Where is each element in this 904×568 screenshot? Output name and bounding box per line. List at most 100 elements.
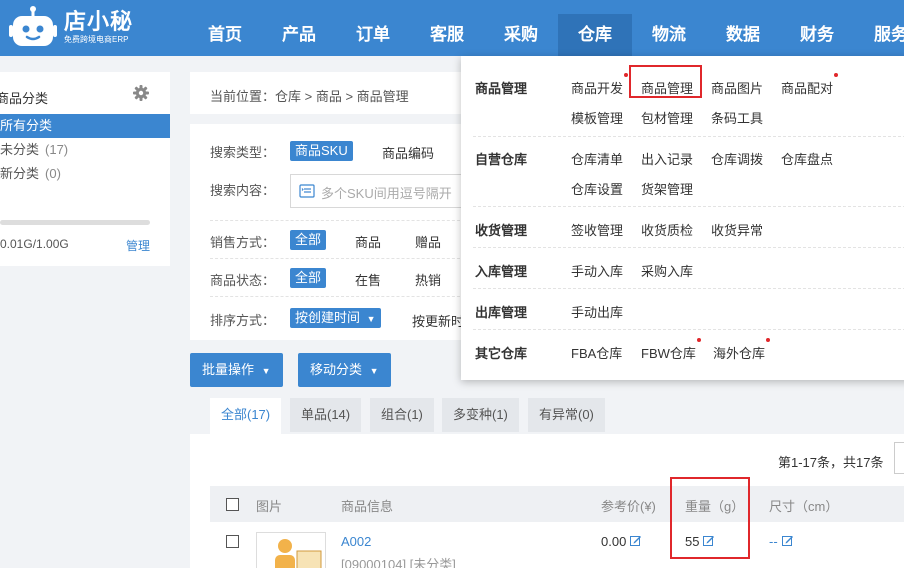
nav-orders[interactable]: 订单 [336, 14, 410, 56]
product-type-tabs: 全部(17) 单品(14) 组合(1) 多变种(1) 有异常(0) [190, 398, 904, 434]
status-on-sale[interactable]: 在售 [355, 270, 381, 289]
search-type-code[interactable]: 商品编码 [382, 143, 434, 162]
menu-item-fba-warehouse[interactable]: FBA仓库 [571, 343, 622, 362]
product-meta: [09000104] [未分类] [341, 557, 456, 568]
table-header: 图片 商品信息 参考价(¥) 重量（g） 尺寸（cm） [210, 486, 904, 522]
menu-item-in-out-records[interactable]: 出入记录 [641, 149, 693, 168]
sale-all[interactable]: 全部 [290, 230, 327, 250]
list-filter-icon [299, 183, 315, 199]
sidebar-item-new-category[interactable]: 新分类 (0) [0, 162, 170, 186]
bulk-actions-button[interactable]: 批量操作 ▼ [190, 353, 283, 387]
divider [210, 296, 470, 297]
sort-by-updated[interactable]: 按更新时 [412, 311, 464, 330]
menu-item-fbw-warehouse[interactable]: FBW仓库 [641, 343, 696, 362]
chevron-down-icon: ▼ [366, 314, 376, 324]
menu-item-qc[interactable]: 收货质检 [641, 220, 693, 239]
sidebar-title: 商品分类 [0, 91, 49, 106]
warehouse-dropdown-menu: 商品管理 商品开发 商品管理 商品图片 商品配对 模板管理 包材管理 条码工具 … [461, 56, 904, 380]
menu-item-packaging-mgmt[interactable]: 包材管理 [641, 108, 693, 127]
sidebar-item-label: 所有分类 [0, 118, 53, 133]
logo[interactable]: 店小秘 免费跨境电商ERP [8, 3, 133, 51]
sidebar-item-uncategorized[interactable]: 未分类 (17) [0, 138, 170, 162]
edit-icon[interactable] [781, 535, 794, 547]
menu-item-product-pairing[interactable]: 商品配对 [781, 78, 833, 97]
edit-icon[interactable] [630, 535, 642, 547]
menu-item-product-dev[interactable]: 商品开发 [571, 78, 623, 97]
main-nav: 首页 产品 订单 客服 采购 仓库 物流 数据 财务 服务 [188, 14, 904, 56]
sidebar-item-all[interactable]: 所有分类 [0, 114, 170, 138]
sidebar-item-label: 新分类 [0, 166, 40, 181]
nav-data[interactable]: 数据 [706, 14, 780, 56]
product-sku-link[interactable]: A002 [341, 534, 371, 549]
sale-gift[interactable]: 赠品 [415, 232, 441, 251]
product-thumbnail[interactable] [256, 532, 326, 568]
tab-variants[interactable]: 多变种(1) [442, 398, 519, 432]
tab-exceptions[interactable]: 有异常(0) [528, 398, 605, 432]
divider [473, 206, 904, 207]
sale-method-label: 销售方式： [210, 235, 276, 250]
col-size[interactable]: 尺寸（cm） [769, 496, 838, 515]
breadcrumb-label: 当前位置： [210, 89, 276, 104]
nav-warehouse[interactable]: 仓库 [558, 14, 632, 56]
nav-products[interactable]: 产品 [262, 14, 336, 56]
robot-logo-icon [8, 3, 58, 51]
breadcrumb-path[interactable]: 仓库 > 商品 > 商品管理 [275, 89, 409, 104]
menu-item-overseas-warehouse[interactable]: 海外仓库 [713, 343, 765, 362]
menu-item-shelf-mgmt[interactable]: 货架管理 [641, 179, 693, 198]
nav-services[interactable]: 服务 [854, 14, 904, 56]
category-sidebar: 商品分类 所有分类 未分类 (17) 新分类 (0) 0.01G/1.00G 管理 [0, 72, 170, 266]
chevron-down-icon: ▼ [261, 366, 271, 376]
nav-logistics[interactable]: 物流 [632, 14, 706, 56]
menu-item-transfer[interactable]: 仓库调拨 [711, 149, 763, 168]
menu-group-other-warehouses: 其它仓库 [475, 346, 528, 361]
manage-link[interactable]: 管理 [126, 237, 150, 254]
menu-item-sign-for[interactable]: 签收管理 [571, 220, 623, 239]
product-mgmt-highlight-box [629, 65, 702, 98]
menu-item-purchase-inbound[interactable]: 采购入库 [641, 261, 693, 280]
page-size-select[interactable] [894, 442, 904, 474]
col-price[interactable]: 参考价(¥) [601, 496, 656, 515]
menu-item-barcode-tool[interactable]: 条码工具 [711, 108, 763, 127]
search-type-sku[interactable]: 商品SKU [290, 141, 353, 161]
bulk-actions-label: 批量操作 [202, 362, 255, 377]
divider [473, 288, 904, 289]
logo-tagline: 免费跨境电商ERP [64, 35, 129, 44]
menu-item-product-images[interactable]: 商品图片 [711, 78, 763, 97]
menu-item-receiving-exceptions[interactable]: 收货异常 [711, 220, 763, 239]
nav-home[interactable]: 首页 [188, 14, 262, 56]
menu-group-receiving: 收货管理 [475, 223, 528, 238]
size-cell: -- [769, 534, 794, 549]
tab-single[interactable]: 单品(14) [290, 398, 362, 432]
tab-bundle[interactable]: 组合(1) [370, 398, 434, 432]
nav-purchasing[interactable]: 采购 [484, 14, 558, 56]
gear-icon[interactable] [132, 84, 150, 102]
status-hot[interactable]: 热销 [415, 270, 441, 289]
menu-item-warehouse-settings[interactable]: 仓库设置 [571, 179, 623, 198]
price-cell: 0.00 [601, 534, 642, 549]
pagination-info: 第1-17条，共17条 [778, 455, 884, 470]
sidebar-item-label: 未分类 [0, 142, 40, 157]
breadcrumb-panel: 当前位置：仓库 > 商品 > 商品管理 [190, 72, 470, 114]
divider [473, 247, 904, 248]
weight-highlight-box [670, 477, 750, 559]
search-input[interactable]: 多个SKU间用逗号隔开 [290, 174, 470, 208]
sale-product[interactable]: 商品 [355, 232, 381, 251]
col-product-info: 商品信息 [341, 499, 394, 514]
move-category-button[interactable]: 移动分类 ▼ [298, 353, 391, 387]
menu-item-manual-outbound[interactable]: 手动出库 [571, 302, 623, 321]
logo-name: 店小秘 [64, 9, 134, 34]
tab-all[interactable]: 全部(17) [210, 398, 282, 434]
status-all[interactable]: 全部 [290, 268, 327, 288]
select-all-checkbox[interactable] [226, 498, 239, 511]
menu-item-manual-inbound[interactable]: 手动入库 [571, 261, 623, 280]
menu-item-warehouse-list[interactable]: 仓库清单 [571, 149, 623, 168]
row-checkbox[interactable] [226, 535, 239, 548]
nav-customer-service[interactable]: 客服 [410, 14, 484, 56]
menu-item-stocktake[interactable]: 仓库盘点 [781, 149, 833, 168]
nav-finance[interactable]: 财务 [780, 14, 854, 56]
chevron-down-icon: ▼ [369, 366, 379, 376]
menu-item-template-mgmt[interactable]: 模板管理 [571, 108, 623, 127]
sort-by-created[interactable]: 按创建时间 ▼ [290, 308, 381, 328]
menu-group-product-mgmt: 商品管理 [475, 81, 528, 96]
divider [473, 136, 904, 137]
